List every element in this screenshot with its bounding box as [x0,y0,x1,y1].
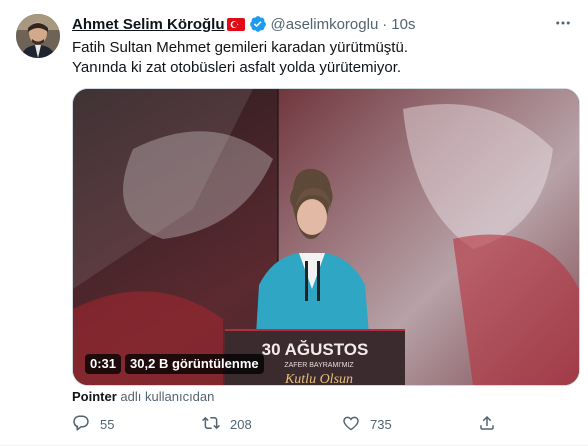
attribution-suffix: adlı kullanıcıdan [120,389,215,404]
video-duration-badge: 0:31 [85,354,122,374]
video-views-badge: 30,2 B görüntülenme [125,354,264,374]
banner-line-1: 30 AĞUSTOS [262,340,369,359]
author-name[interactable]: Ahmet Selim Köroğlu [72,16,225,33]
share-button[interactable] [478,414,496,435]
like-button[interactable]: 735 [342,414,392,435]
header-separator: · [382,15,388,33]
retweet-icon [202,414,220,435]
reply-button[interactable]: 55 [72,414,114,435]
avatar[interactable] [16,14,60,58]
banner-line-2: ZAFER BAYRAMI'MIZ [284,362,354,369]
banner-line-3: Kutlu Olsun [284,372,353,385]
retweet-button[interactable]: 208 [202,414,252,435]
verified-badge-icon [249,15,267,33]
reply-icon [72,414,90,435]
media-attribution: Pointer adlı kullanıcıdan [72,389,214,404]
video-player[interactable]: 30 AĞUSTOS ZAFER BAYRAMI'MIZ Kutlu Olsun… [72,88,580,386]
heart-icon [342,414,360,435]
tweet-text-line-1: Fatih Sultan Mehmet gemileri karadan yür… [72,39,408,56]
tweet-time[interactable]: 10s [391,16,415,33]
tweet-text: Fatih Sultan Mehmet gemileri karadan yür… [72,38,572,78]
video-frame: 30 AĞUSTOS ZAFER BAYRAMI'MIZ Kutlu Olsun [73,89,579,385]
attribution-user[interactable]: Pointer [72,389,117,404]
share-icon [478,414,496,435]
reply-count: 55 [100,417,115,432]
tweet-actions: 55 208 735 [72,414,512,438]
tweet[interactable]: Ahmet Selim Köroğlu @aselimkoroglu · 10s… [0,0,588,446]
author-handle[interactable]: @aselimkoroglu [271,16,379,33]
tweet-text-line-2: Yanında ki zat otobüsleri asfalt yolda y… [72,59,402,76]
like-count: 735 [370,417,392,432]
more-options-icon[interactable] [552,12,574,34]
video-badges: 0:31 30,2 B görüntülenme [85,354,264,374]
retweet-count: 208 [230,417,252,432]
turkey-flag-icon [226,17,245,31]
tweet-header: Ahmet Selim Köroğlu @aselimkoroglu · 10s [72,14,415,34]
